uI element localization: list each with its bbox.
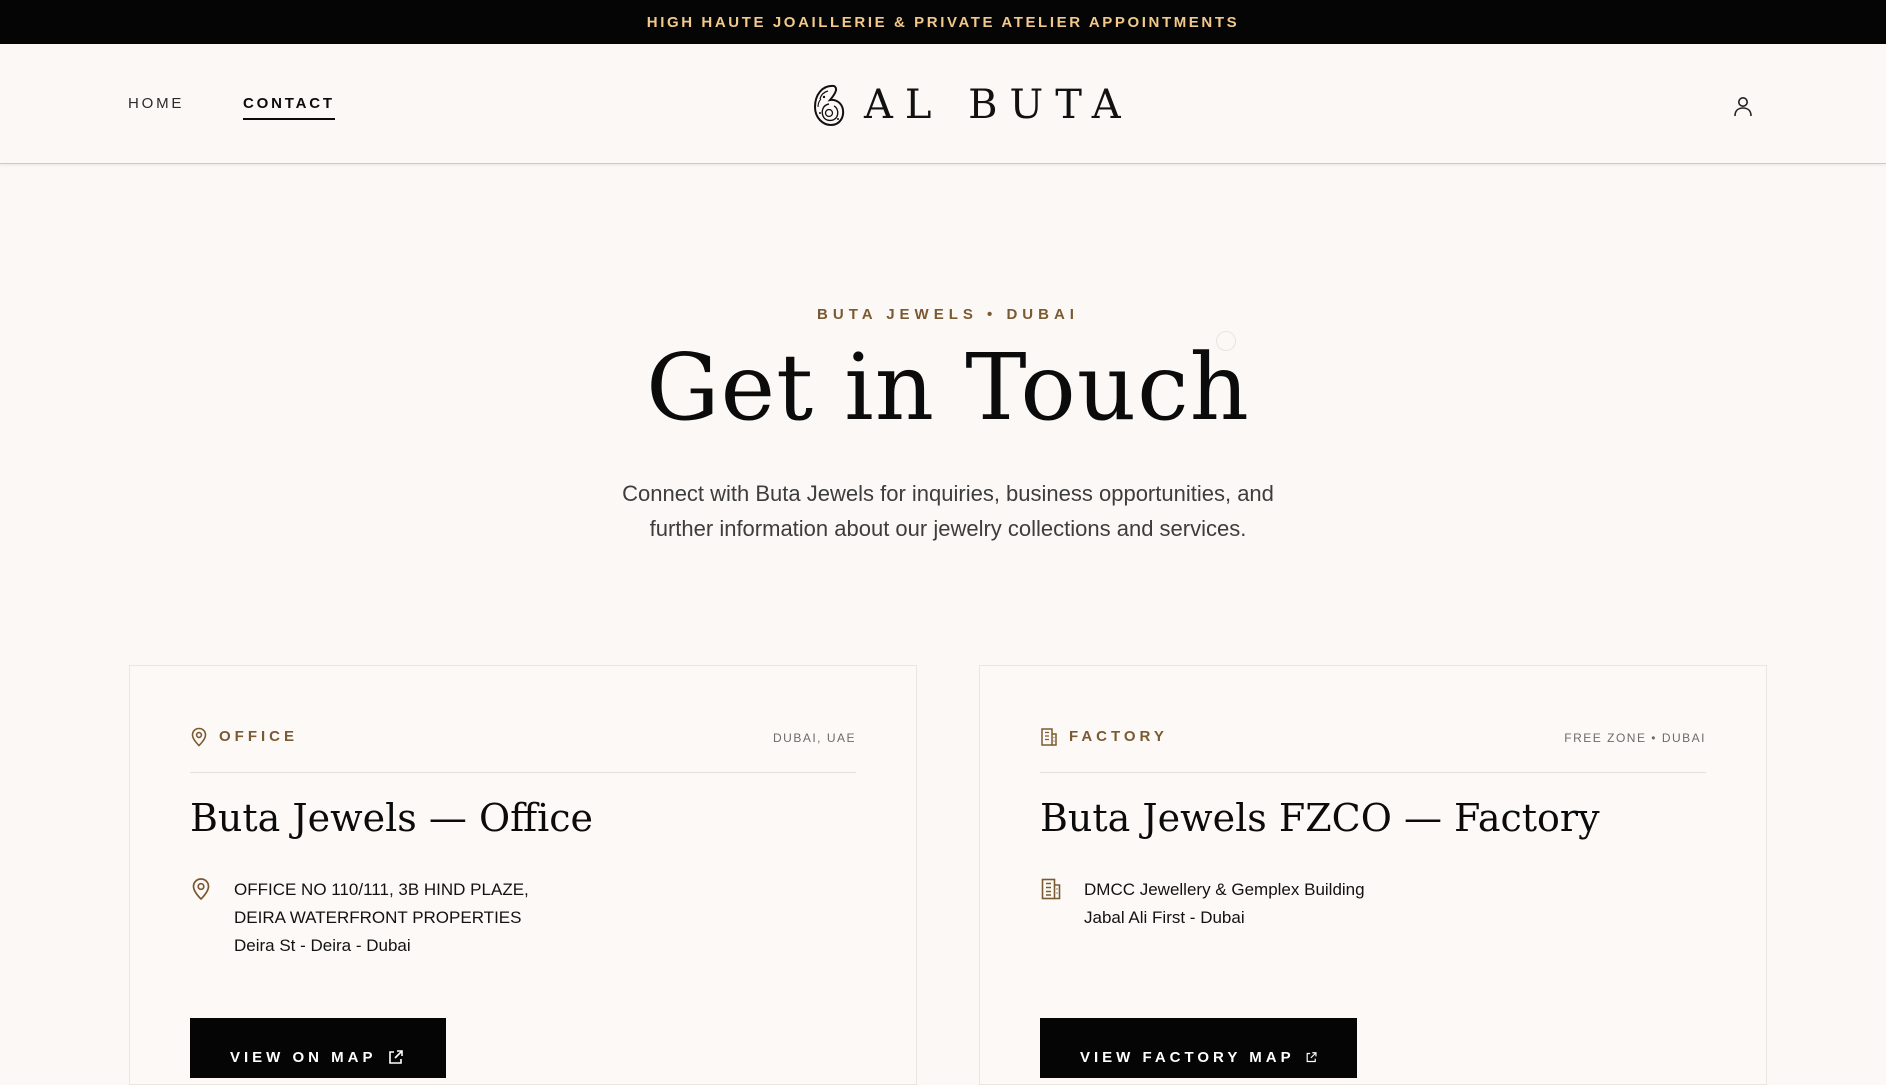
office-card: OFFICE DUBAI, UAE Buta Jewels — Office O…	[129, 665, 917, 1085]
factory-address: DMCC Jewellery & Gemplex Building Jabal …	[1084, 876, 1365, 932]
logo-wordmark: AL BUTA	[864, 82, 1133, 128]
card-header: FACTORY FREE ZONE • DUBAI	[1040, 726, 1706, 773]
announcement-bar: HIGH HAUTE JOAILLERIE & PRIVATE ATELIER …	[0, 0, 1886, 44]
view-factory-map-button[interactable]: VIEW FACTORY MAP	[1040, 1018, 1357, 1078]
card-label: OFFICE	[219, 728, 298, 745]
paisley-logo-icon	[813, 84, 845, 127]
announcement-text: HIGH HAUTE JOAILLERIE & PRIVATE ATELIER …	[646, 13, 1240, 31]
nav-contact-link[interactable]: CONTACT	[243, 95, 335, 120]
card-location-meta: FREE ZONE • DUBAI	[1564, 731, 1706, 745]
card-title: Buta Jewels — Office	[190, 796, 594, 840]
user-icon[interactable]	[1731, 94, 1755, 118]
card-header: OFFICE DUBAI, UAE	[190, 726, 856, 773]
hero-eyebrow: BUTA JEWELS • DUBAI	[817, 306, 1079, 323]
card-title: Buta Jewels FZCO — Factory	[1040, 796, 1600, 840]
card-location-meta: DUBAI, UAE	[772, 731, 856, 745]
address-line: OFFICE NO 110/111, 3B HIND PLAZE,	[234, 880, 529, 899]
address-line: DMCC Jewellery & Gemplex Building	[1084, 880, 1365, 899]
building-icon	[1041, 728, 1057, 746]
factory-card: FACTORY FREE ZONE • DUBAI Buta Jewels FZ…	[979, 665, 1767, 1085]
hero-subtitle-line: Connect with Buta Jewels for inquiries, …	[622, 481, 1274, 506]
card-label: FACTORY	[1069, 728, 1168, 745]
decorative-circle	[1216, 331, 1236, 351]
button-label: VIEW ON MAP	[230, 1048, 377, 1066]
external-link-icon	[1306, 1051, 1317, 1062]
map-pin-icon	[192, 878, 210, 901]
view-on-map-button[interactable]: VIEW ON MAP	[190, 1018, 446, 1078]
building-icon	[1041, 878, 1061, 900]
nav-home-link[interactable]: HOME	[128, 95, 184, 112]
hero-subtitle-line: further information about our jewelry co…	[649, 516, 1247, 541]
address-line: Jabal Ali First - Dubai	[1084, 908, 1245, 927]
external-link-icon	[388, 1049, 403, 1064]
site-header: HOME CONTACT AL BUTA	[0, 44, 1886, 164]
button-label: VIEW FACTORY MAP	[1080, 1048, 1295, 1066]
office-address: OFFICE NO 110/111, 3B HIND PLAZE, DEIRA …	[234, 876, 529, 960]
address-line: Deira St - Deira - Dubai	[234, 936, 411, 955]
map-pin-icon	[191, 727, 207, 747]
address-line: DEIRA WATERFRONT PROPERTIES	[234, 908, 522, 927]
site-logo[interactable]: AL BUTA	[812, 82, 1133, 128]
hero-subtitle: Connect with Buta Jewels for inquiries, …	[593, 476, 1303, 546]
page-title: Get in Touch	[646, 334, 1250, 441]
